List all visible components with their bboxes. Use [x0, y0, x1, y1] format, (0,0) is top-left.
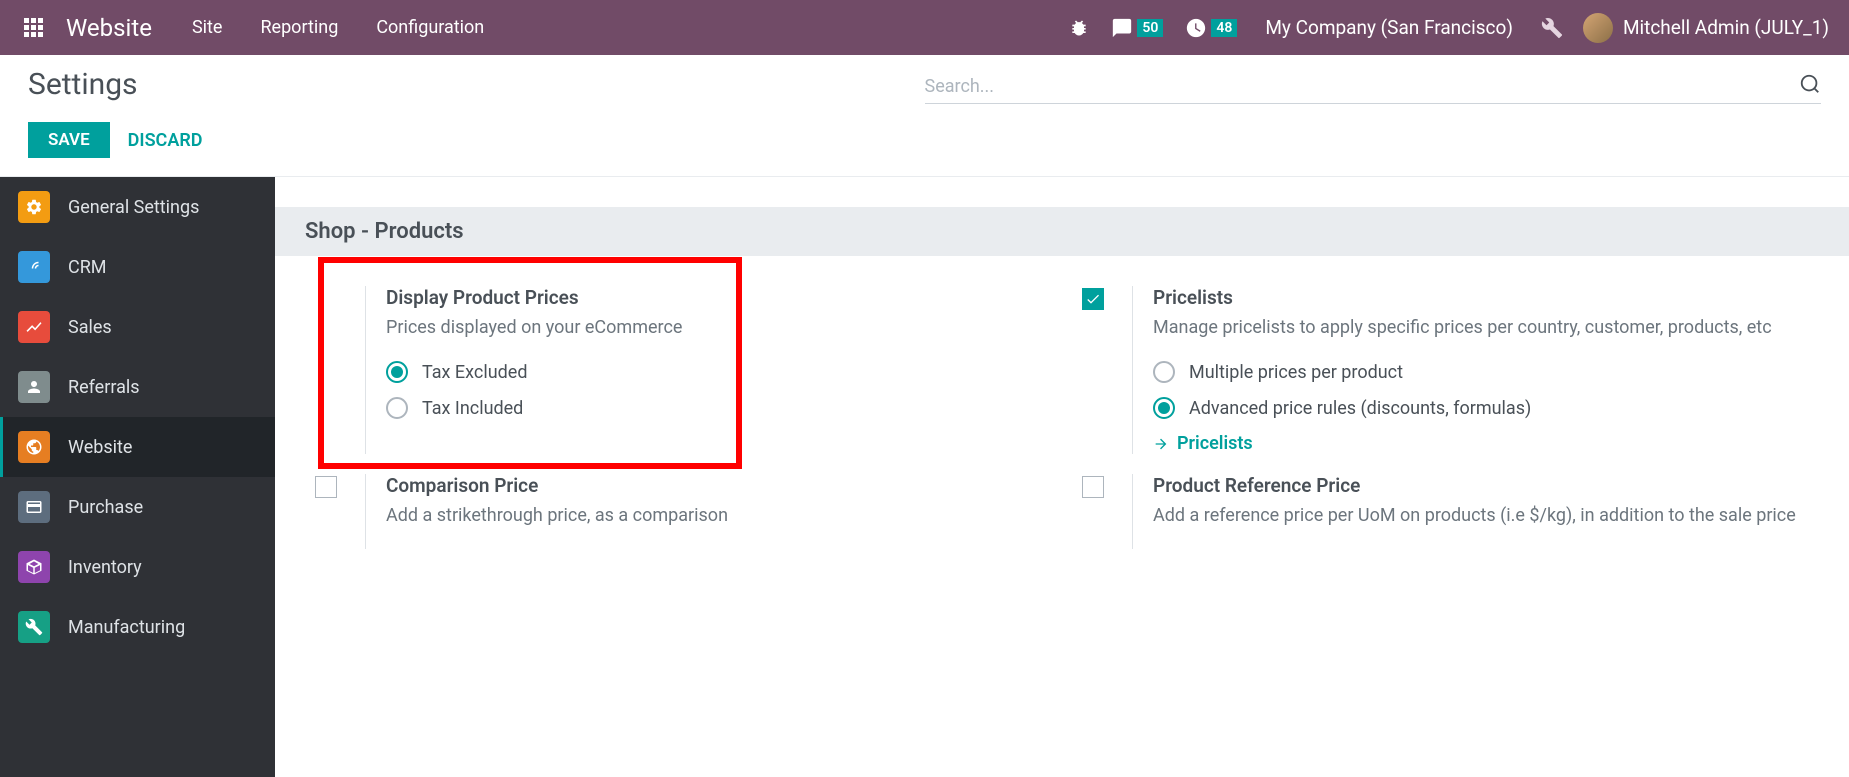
radio-advanced-rules[interactable]: Advanced price rules (discounts, formula…	[1153, 397, 1809, 419]
radio-label: Advanced price rules (discounts, formula…	[1189, 398, 1531, 419]
gear-icon	[18, 191, 50, 223]
setting-desc: Prices displayed on your eCommerce	[386, 314, 1042, 341]
setting-title: Pricelists	[1153, 286, 1809, 309]
link-pricelists[interactable]: Pricelists	[1153, 433, 1809, 454]
setting-title: Display Product Prices	[386, 286, 1042, 309]
chart-icon	[18, 311, 50, 343]
settings-content: Shop - Products Display Product Prices P…	[275, 177, 1849, 777]
sidebar-item-general[interactable]: General Settings	[0, 177, 275, 237]
setting-desc: Manage pricelists to apply specific pric…	[1153, 314, 1809, 341]
wrench-icon	[18, 611, 50, 643]
sidebar-label: Website	[68, 437, 132, 458]
messages-icon[interactable]: 50	[1111, 17, 1163, 39]
link-label: Pricelists	[1177, 433, 1253, 454]
radio-label: Multiple prices per product	[1189, 362, 1403, 383]
sidebar-label: Sales	[68, 317, 112, 338]
sidebar-label: Purchase	[68, 497, 143, 518]
sidebar-item-crm[interactable]: CRM	[0, 237, 275, 297]
username: Mitchell Admin (JULY_1)	[1623, 16, 1829, 39]
discard-button[interactable]: DISCARD	[128, 130, 203, 151]
radio-icon	[386, 397, 408, 419]
setting-desc: Add a strikethrough price, as a comparis…	[386, 502, 1042, 529]
nav-link-configuration[interactable]: Configuration	[376, 17, 484, 38]
nav-link-reporting[interactable]: Reporting	[260, 17, 338, 38]
sidebar-item-website[interactable]: Website	[0, 417, 275, 477]
sidebar-label: Inventory	[68, 557, 142, 578]
setting-reference-price: Product Reference Price Add a reference …	[1082, 474, 1809, 549]
search-input[interactable]	[925, 76, 1800, 97]
user-menu[interactable]: Mitchell Admin (JULY_1)	[1583, 13, 1829, 43]
section-header: Shop - Products	[275, 207, 1849, 256]
sidebar-item-inventory[interactable]: Inventory	[0, 537, 275, 597]
sidebar-label: Manufacturing	[68, 617, 185, 638]
activities-icon[interactable]: 48	[1185, 17, 1237, 39]
setting-desc: Add a reference price per UoM on product…	[1153, 502, 1809, 529]
search-icon[interactable]	[1799, 73, 1821, 99]
box-icon	[18, 551, 50, 583]
radio-tax-excluded[interactable]: Tax Excluded	[386, 361, 1042, 383]
nav-link-site[interactable]: Site	[192, 17, 223, 38]
sidebar-label: CRM	[68, 257, 107, 278]
checkbox-reference[interactable]	[1082, 476, 1104, 498]
save-button[interactable]: SAVE	[28, 122, 110, 158]
sidebar-label: Referrals	[68, 377, 140, 398]
setting-title: Product Reference Price	[1153, 474, 1809, 497]
sidebar-item-manufacturing[interactable]: Manufacturing	[0, 597, 275, 657]
messages-badge: 50	[1137, 19, 1163, 37]
radio-label: Tax Included	[422, 398, 523, 419]
handshake-icon	[18, 251, 50, 283]
radio-icon	[1153, 361, 1175, 383]
setting-pricelists: Pricelists Manage pricelists to apply sp…	[1082, 286, 1809, 454]
sidebar-item-referrals[interactable]: Referrals	[0, 357, 275, 417]
avatar	[1583, 13, 1613, 43]
sidebar-item-purchase[interactable]: Purchase	[0, 477, 275, 537]
radio-icon	[386, 361, 408, 383]
radio-label: Tax Excluded	[422, 362, 528, 383]
setting-comparison-price: Comparison Price Add a strikethrough pri…	[315, 474, 1042, 549]
tools-icon[interactable]	[1541, 17, 1563, 39]
sidebar-item-sales[interactable]: Sales	[0, 297, 275, 357]
radio-tax-included[interactable]: Tax Included	[386, 397, 1042, 419]
page-title: Settings	[28, 67, 925, 102]
radio-icon	[1153, 397, 1175, 419]
radio-multiple-prices[interactable]: Multiple prices per product	[1153, 361, 1809, 383]
globe-icon	[18, 431, 50, 463]
checkbox-comparison[interactable]	[315, 476, 337, 498]
card-icon	[18, 491, 50, 523]
sidebar-label: General Settings	[68, 197, 199, 218]
debug-icon[interactable]	[1069, 18, 1089, 38]
setting-title: Comparison Price	[386, 474, 1042, 497]
person-icon	[18, 371, 50, 403]
setting-display-prices: Display Product Prices Prices displayed …	[315, 286, 1042, 454]
top-navbar: Website Site Reporting Configuration 50 …	[0, 0, 1849, 55]
company-selector[interactable]: My Company (San Francisco)	[1265, 16, 1513, 39]
settings-sidebar: General Settings CRM Sales Referrals Web…	[0, 177, 275, 777]
apps-menu-icon[interactable]	[20, 14, 48, 42]
app-brand[interactable]: Website	[66, 14, 152, 42]
checkbox-pricelists[interactable]	[1082, 288, 1104, 310]
control-panel: Settings SAVE DISCARD	[0, 55, 1849, 177]
activities-badge: 48	[1211, 19, 1237, 37]
